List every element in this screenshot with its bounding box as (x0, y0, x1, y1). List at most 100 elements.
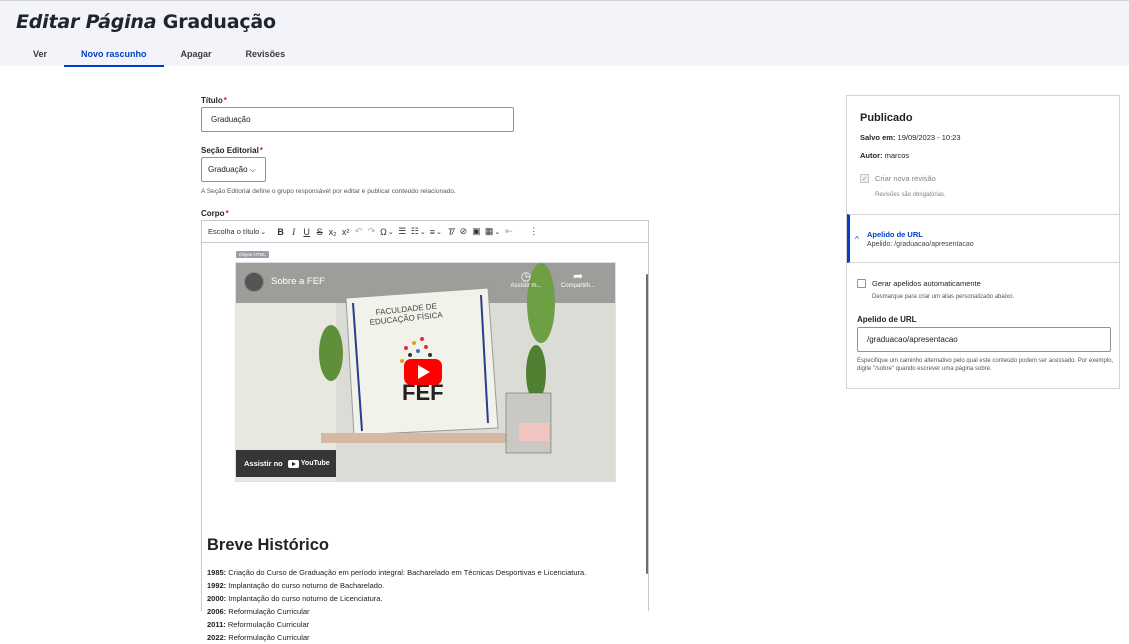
superscript-icon[interactable]: x² (339, 223, 352, 241)
history-text: Reformulação Curricular (228, 607, 310, 616)
numbered-list-icon[interactable]: ☷ (409, 223, 428, 241)
section-title: Breve Histórico (207, 536, 329, 554)
new-revision-checkbox[interactable]: ✓ (860, 174, 869, 183)
revision-description: Revisões são obrigatórias. (875, 192, 946, 198)
tabs: Ver Novo rascunho Apagar Revisões (16, 41, 302, 67)
youtube-label: YouTube (300, 460, 330, 467)
titulo-label: Título* (201, 96, 227, 105)
tab-apagar[interactable]: Apagar (164, 41, 229, 67)
history-year: 1992: (207, 581, 227, 590)
history-list: 1985: Criação do Curso de Graduação em p… (207, 566, 586, 644)
list-item: 1985: Criação do Curso de Graduação em p… (207, 566, 586, 579)
author-label: Autor: (860, 151, 883, 160)
watch-later-label: Assistir m... (510, 283, 542, 289)
underline-icon[interactable]: U (300, 223, 313, 241)
saved-info: Salvo em: 19/09/2023 - 10:23 (860, 133, 961, 142)
history-year: 2022: (207, 633, 227, 642)
generate-alias-row: Gerar apelidos automaticamente (857, 279, 981, 288)
video-title[interactable]: Sobre a FEF (271, 276, 325, 287)
corpo-label: Corpo* (201, 209, 229, 218)
channel-avatar[interactable] (244, 272, 264, 292)
saved-value: 19/09/2023 - 10:23 (897, 133, 961, 142)
table-icon[interactable]: ▦ (483, 223, 502, 241)
video-embed[interactable]: FACULDADE DE EDUCAÇÃO FÍSICA FEF Sobre a… (235, 262, 616, 482)
history-year: 2000: (207, 594, 227, 603)
outdent-icon[interactable]: ⇤ (502, 223, 515, 241)
rich-text-editor: Escolha o título B I U S x₂ x² ↶ ↷ Ω ☰ ☷… (201, 220, 649, 642)
link-icon[interactable]: ⊘ (457, 223, 470, 241)
required-mark: * (225, 209, 229, 218)
saved-label: Salvo em: (860, 133, 896, 142)
chevron-up-icon: ^ (855, 235, 859, 244)
corpo-label-text: Corpo (201, 209, 225, 218)
secao-select[interactable]: Graduação ⌵ (201, 157, 266, 182)
html-object-tag: Objeto HTML (236, 251, 269, 258)
url-alias-title: Apelido de URL (867, 230, 923, 239)
titulo-label-text: Título (201, 96, 223, 105)
alias-input[interactable]: /graduacao/apresentacao (857, 327, 1111, 352)
required-mark: * (223, 96, 227, 105)
publish-status: Publicado (860, 112, 913, 124)
history-year: 2011: (207, 620, 226, 629)
history-text: Reformulação Curricular (228, 633, 310, 642)
titulo-input[interactable]: Graduação (201, 107, 514, 132)
generate-alias-description: Desmarque para criar um alias personaliz… (872, 294, 1015, 300)
tab-ver[interactable]: Ver (16, 41, 64, 67)
watch-on-label: Assistir no (244, 459, 283, 468)
tab-revisoes[interactable]: Revisões (229, 41, 303, 67)
editor-toolbar: Escolha o título B I U S x₂ x² ↶ ↷ Ω ☰ ☷… (202, 221, 648, 243)
author-info: Autor: marcos (860, 151, 909, 160)
page-header: Editar Página Graduação Ver Novo rascunh… (0, 0, 1129, 67)
history-text: Reformulação Curricular (227, 620, 310, 629)
watch-on-youtube-button[interactable]: Assistir no YouTube (236, 450, 336, 477)
page-title-suffix: Graduação (162, 11, 276, 33)
history-year: 2006: (207, 607, 227, 616)
editor-scrollbar[interactable] (646, 274, 648, 574)
undo-icon[interactable]: ↶ (352, 223, 365, 241)
bulleted-list-icon[interactable]: ☰ (396, 223, 409, 241)
more-icon[interactable]: ⋮ (527, 223, 540, 241)
editor-content[interactable]: Objeto HTML FACULDADE DE EDUCAÇÃO FÍSICA (202, 244, 648, 642)
url-alias-summary: Apelido: /graduacao/apresentacao (867, 241, 974, 248)
alias-description: Especifique um caminho alternativo pelo … (857, 358, 1114, 372)
italic-icon[interactable]: I (287, 223, 300, 241)
redo-icon[interactable]: ↷ (365, 223, 378, 241)
secao-label-text: Seção Editorial (201, 146, 259, 155)
align-icon[interactable]: ≡ (428, 223, 444, 241)
required-mark: * (259, 146, 263, 155)
share-icon: ➦ (572, 269, 584, 283)
list-item: 2000: Implantação do curso noturno de Li… (207, 592, 586, 605)
secao-select-value: Graduação (208, 165, 248, 174)
chevron-down-icon: ⌵ (249, 164, 256, 174)
history-text: Implantação do curso noturno de Bacharel… (228, 581, 385, 590)
new-revision-row: ✓ Criar nova revisão (860, 174, 936, 183)
remove-format-icon[interactable]: T̸ (444, 223, 457, 241)
list-item: 2006: Reformulação Curricular (207, 605, 586, 618)
url-alias-details[interactable]: ^ Apelido de URL Apelido: /graduacao/apr… (847, 214, 1119, 263)
page-title: Editar Página Graduação (16, 11, 276, 33)
bold-icon[interactable]: B (274, 223, 287, 241)
list-item: 2011: Reformulação Curricular (207, 618, 586, 631)
image-icon[interactable]: ▣ (470, 223, 483, 241)
watch-later-control[interactable]: ◷ Assistir m... (506, 269, 546, 289)
history-text: Implantação do curso noturno de Licencia… (228, 594, 383, 603)
new-revision-label: Criar nova revisão (875, 174, 936, 183)
share-control[interactable]: ➦ Compartilh... (558, 269, 598, 289)
history-year: 1985: (207, 568, 227, 577)
author-value: marcos (884, 151, 910, 160)
history-text: Criação do Curso de Graduação em período… (228, 568, 587, 577)
special-characters-icon[interactable]: Ω (378, 223, 396, 241)
list-item: 2022: Reformulação Curricular (207, 631, 586, 644)
meta-sidebar: Publicado Salvo em: 19/09/2023 - 10:23 A… (846, 95, 1120, 389)
heading-dropdown[interactable]: Escolha o título (208, 223, 270, 241)
generate-alias-label: Gerar apelidos automaticamente (872, 279, 981, 288)
secao-description: A Seção Editorial define o grupo respons… (201, 188, 456, 195)
page-title-prefix: Editar Página (16, 11, 157, 33)
tab-novo-rascunho[interactable]: Novo rascunho (64, 41, 164, 67)
subscript-icon[interactable]: x₂ (326, 223, 339, 241)
youtube-logo: YouTube (287, 459, 330, 468)
strikethrough-icon[interactable]: S (313, 223, 326, 241)
generate-alias-checkbox[interactable] (857, 279, 866, 288)
share-label: Compartilh... (560, 283, 595, 289)
clock-icon: ◷ (520, 269, 532, 283)
